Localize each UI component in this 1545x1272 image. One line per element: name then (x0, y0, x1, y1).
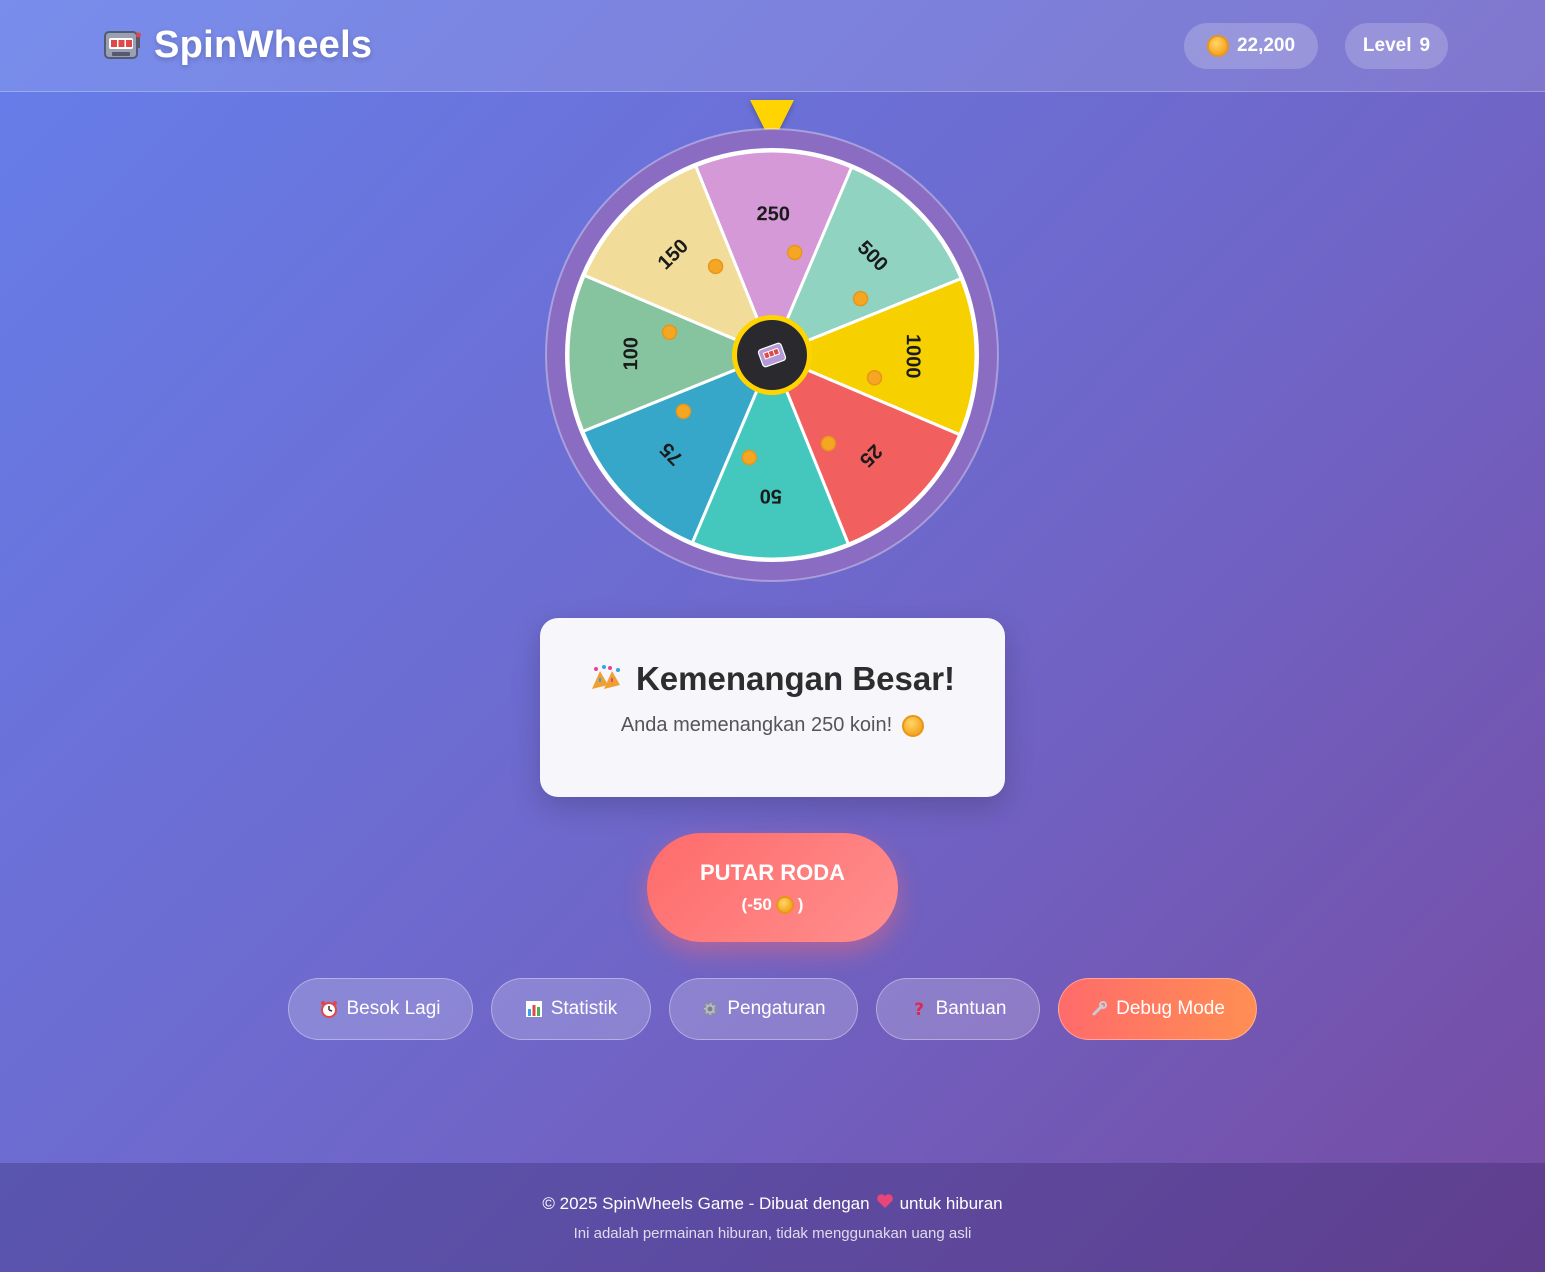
wheel-segment-label: 250 (756, 203, 790, 225)
besok-lagi-button[interactable]: Besok Lagi (288, 978, 473, 1040)
coin-icon (820, 435, 837, 452)
statistik-label: Statistik (550, 998, 618, 1019)
bar-chart-icon (525, 1000, 543, 1018)
coin-icon (707, 258, 724, 275)
question-mark-icon: ? (910, 1000, 928, 1020)
spin-cost: (-50 ) (647, 895, 898, 915)
footer-line1-suffix: untuk hiburan (899, 1193, 1003, 1213)
footer-disclaimer: Ini adalah permainan hiburan, tidak meng… (573, 1225, 972, 1242)
spin-button[interactable]: PUTAR RODA (-50 ) (647, 833, 898, 942)
coin-icon (852, 290, 869, 307)
statistik-button[interactable]: Statistik (491, 978, 651, 1040)
level-value: 9 (1419, 35, 1431, 56)
gear-icon (701, 1000, 719, 1018)
party-popper-icon (590, 663, 622, 696)
pengaturan-label: Pengaturan (727, 998, 826, 1019)
result-message-row: Anda memenangkan 250 koin! (540, 714, 1005, 737)
wheel-segment-label: 1000 (902, 334, 924, 379)
besok-lagi-label: Besok Lagi (346, 998, 441, 1019)
wheel-segment-label: 50 (760, 485, 782, 507)
header: SpinWheels 22,200 Level 9 (0, 0, 1545, 92)
result-title: Kemenangan Besar! (635, 660, 956, 697)
bantuan-label: Bantuan (935, 998, 1007, 1019)
alarm-clock-icon (320, 1000, 338, 1018)
bantuan-button[interactable]: ? Bantuan (876, 978, 1040, 1040)
coin-icon (1206, 35, 1229, 57)
result-message: Anda memenangkan 250 koin! (620, 714, 893, 736)
result-title-row: Kemenangan Besar! (540, 660, 1005, 698)
spin-cost-suffix: ) (797, 895, 804, 914)
svg-text:?: ? (914, 1000, 924, 1018)
footer-line1-prefix: © 2025 SpinWheels Game - Dibuat dengan (542, 1193, 870, 1213)
wheel-segment-label: 100 (620, 337, 642, 371)
wheel-svg: 2505001000255075100150 (545, 128, 999, 582)
debug-mode-button[interactable]: Debug Mode (1058, 978, 1257, 1040)
app-logo[interactable]: SpinWheels (102, 24, 372, 67)
level-badge: Level 9 (1345, 23, 1448, 69)
slot-machine-icon (102, 26, 142, 66)
coin-balance: 22,200 (1184, 23, 1318, 69)
level-label: Level (1362, 35, 1412, 56)
coin-balance-value: 22,200 (1236, 35, 1296, 56)
spin-button-label: PUTAR RODA (699, 860, 846, 885)
footer-copyright: © 2025 SpinWheels Game - Dibuat dengan u… (0, 1193, 1545, 1214)
wrench-icon (1090, 1000, 1108, 1018)
coin-icon (661, 324, 678, 341)
heart-icon (876, 1193, 894, 1214)
coin-icon (675, 403, 692, 420)
coin-icon (902, 714, 925, 737)
pengaturan-button[interactable]: Pengaturan (669, 978, 858, 1040)
coin-icon (775, 896, 794, 914)
spin-wheel[interactable]: 250 500 1000 25 50 75 100 150 (545, 128, 999, 582)
spin-cost-prefix: (-50 (741, 895, 772, 914)
coin-icon (866, 369, 883, 386)
coin-icon (786, 244, 803, 261)
app-title: SpinWheels (154, 24, 373, 66)
footer: © 2025 SpinWheels Game - Dibuat dengan u… (0, 1163, 1545, 1272)
debug-mode-label: Debug Mode (1116, 998, 1225, 1019)
coin-icon (741, 449, 758, 466)
result-card: Kemenangan Besar! Anda memenangkan 250 k… (540, 618, 1005, 797)
